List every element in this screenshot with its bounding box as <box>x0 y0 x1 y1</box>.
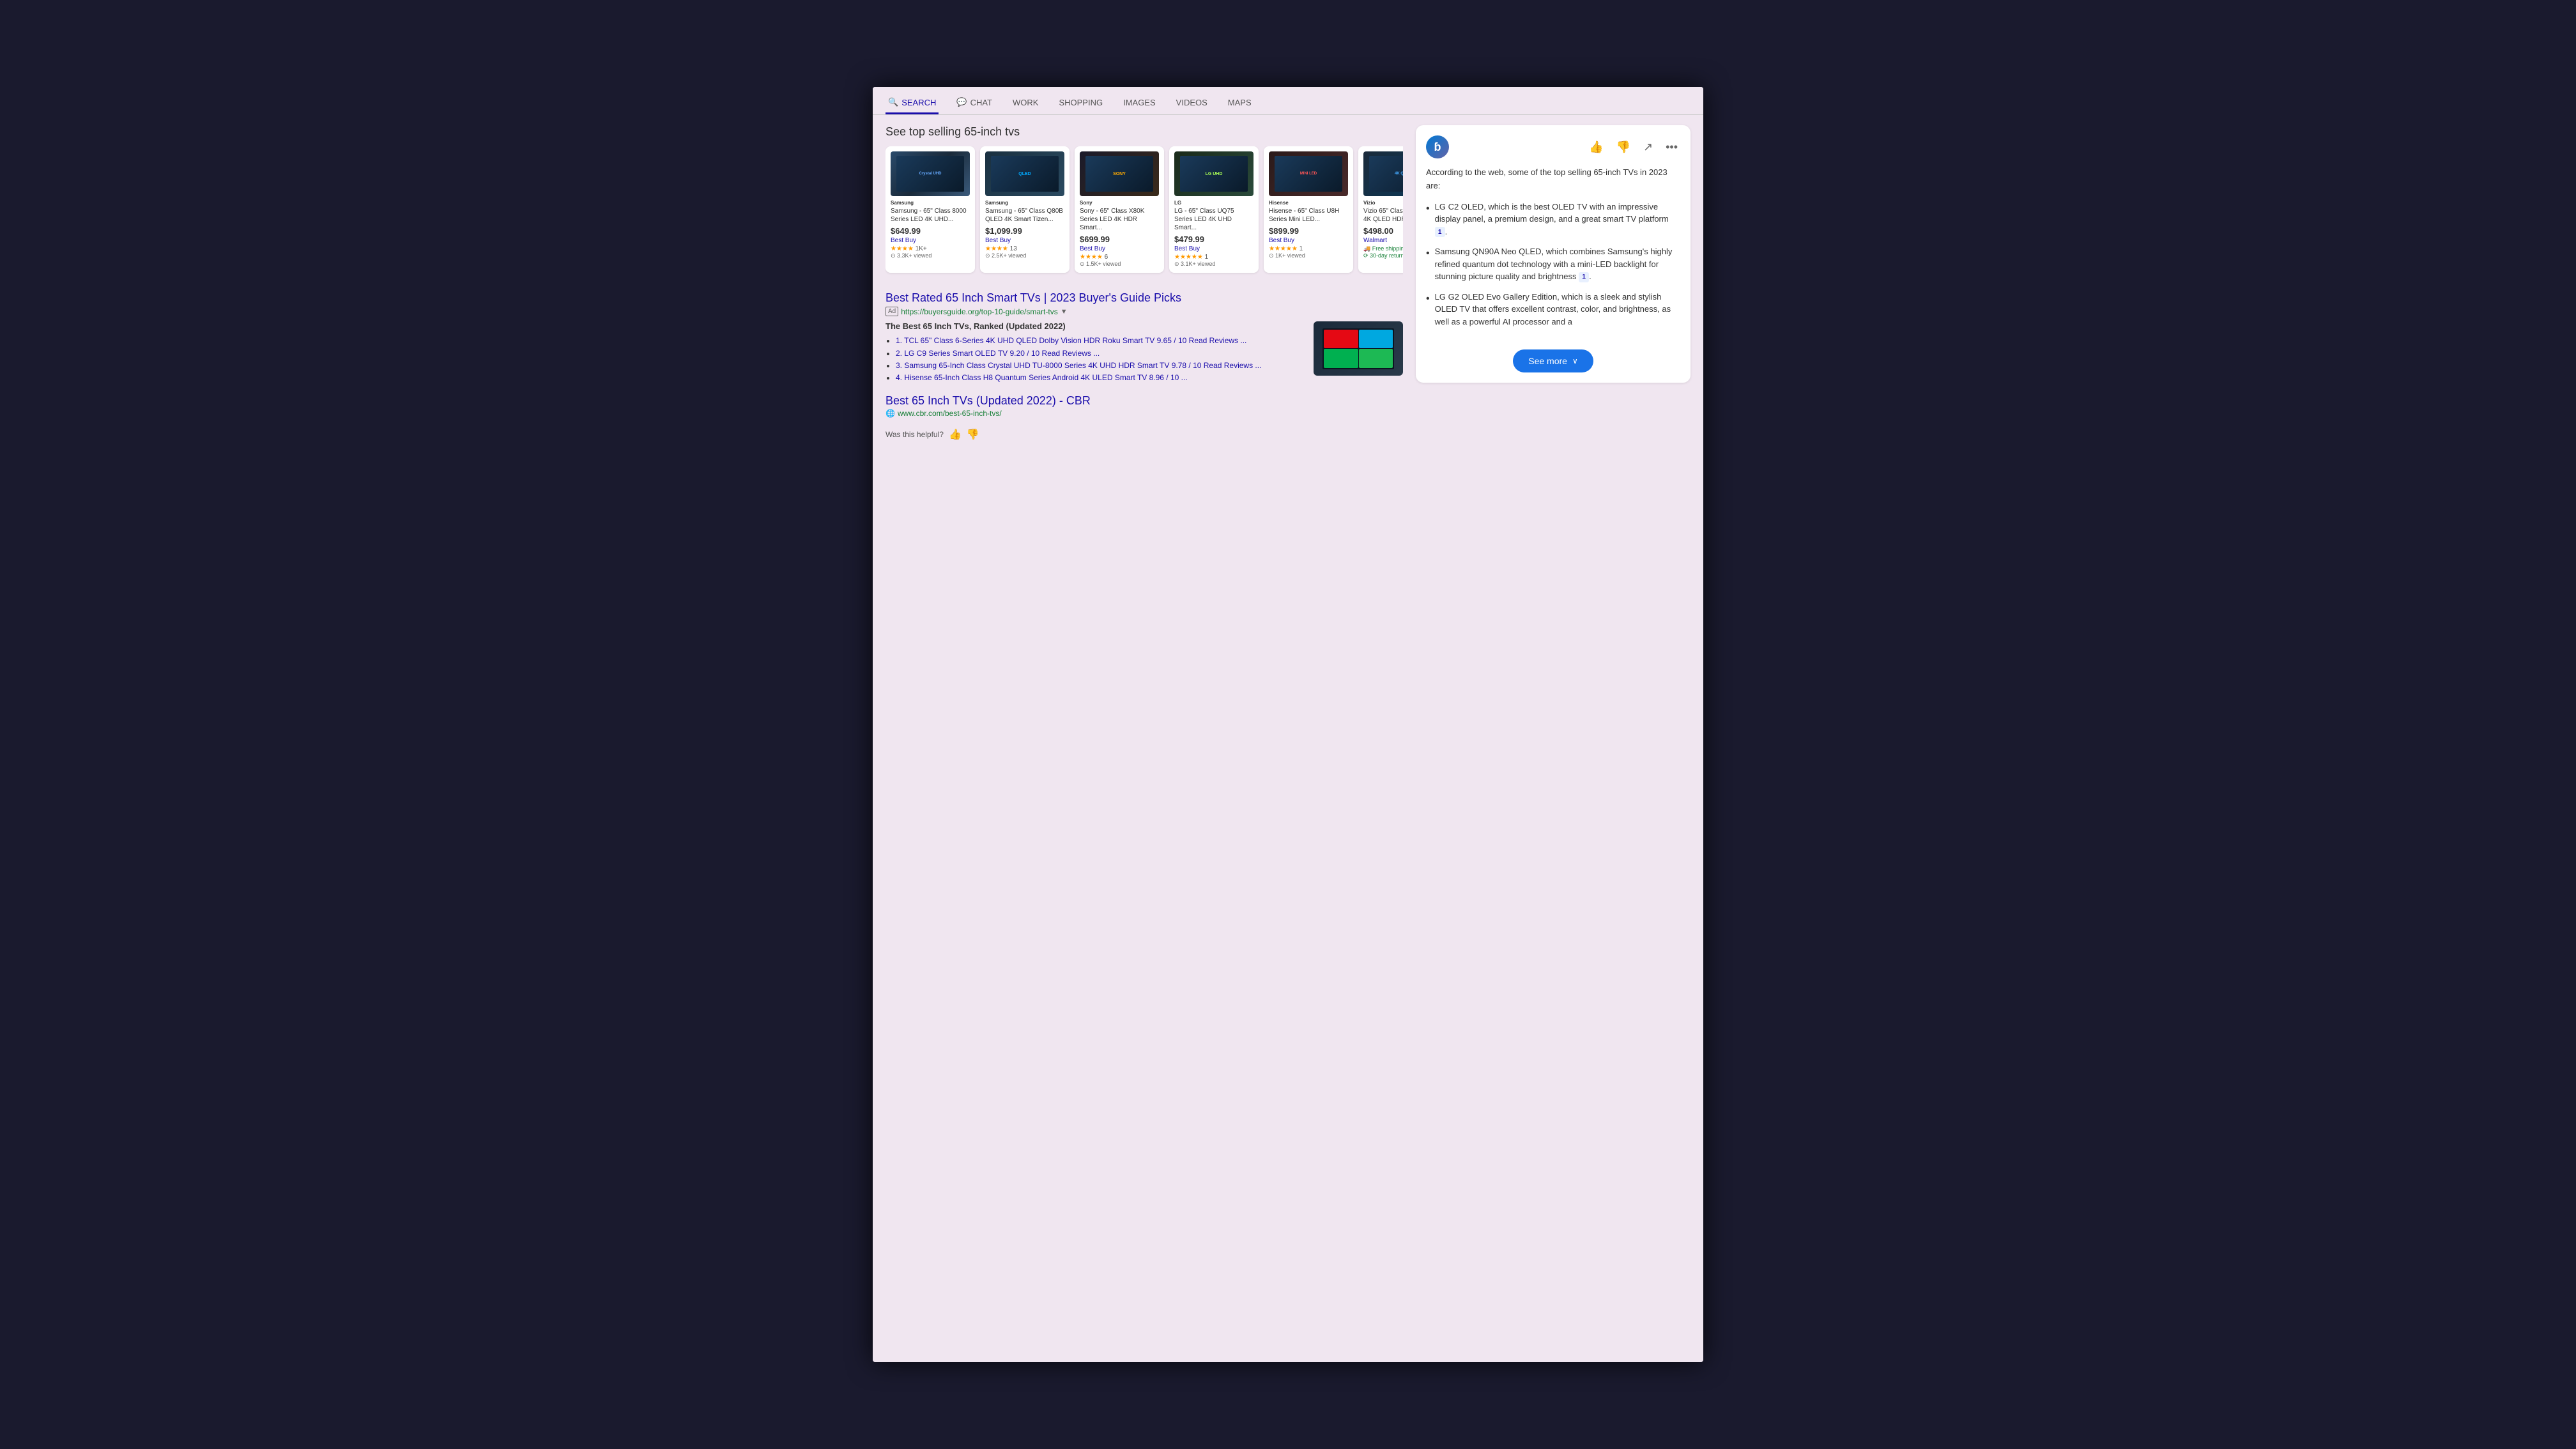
ai-reference-2: 1 <box>1579 272 1589 282</box>
tab-search-label: SEARCH <box>901 98 936 107</box>
tab-images-label: IMAGES <box>1123 98 1156 107</box>
product-card[interactable]: MINI LED Hisense Hisense - 65" Class U8H… <box>1264 146 1353 273</box>
ad-label: Ad <box>885 307 898 316</box>
tab-images[interactable]: IMAGES <box>1121 92 1158 114</box>
ai-header: ɓ 👍 👎 ↗ ••• <box>1426 135 1680 158</box>
ai-list: LG C2 OLED, which is the best OLED TV wi… <box>1426 201 1680 328</box>
nav-tabs: 🔍 SEARCH 💬 CHAT WORK SHOPPING IMAGES VID… <box>873 87 1703 115</box>
carousel-title: See top selling 65-inch tvs <box>885 125 1403 139</box>
result-image <box>1314 321 1403 376</box>
tab-videos[interactable]: VIDEOS <box>1174 92 1210 114</box>
app-tile-netflix <box>1324 330 1358 348</box>
tv-thumbnail: QLED <box>985 151 1064 196</box>
tab-shopping[interactable]: SHOPPING <box>1056 92 1105 114</box>
list-item: 3. Samsung 65-Inch Class Crystal UHD TU-… <box>896 360 1306 372</box>
tab-chat[interactable]: 💬 CHAT <box>954 92 995 114</box>
list-item: 4. Hisense 65-Inch Class H8 Quantum Seri… <box>896 372 1306 384</box>
search-nav-icon: 🔍 <box>888 97 898 107</box>
search-result-2: Best 65 Inch TVs (Updated 2022) - CBR 🌐 … <box>885 394 1403 418</box>
tv-thumbnail: 4K QLED <box>1363 151 1403 196</box>
ai-panel: ɓ 👍 👎 ↗ ••• According to the web, some o… <box>1416 125 1690 383</box>
see-more-label: See more <box>1528 356 1567 366</box>
tv-thumbnail: MINI LED <box>1269 151 1348 196</box>
app-tile-hulu <box>1359 330 1393 348</box>
more-ai-button[interactable]: ••• <box>1663 138 1680 157</box>
app-tile-app <box>1359 349 1393 367</box>
result-url-1: https://buyersguide.org/top-10-guide/sma… <box>901 307 1057 316</box>
fade-gradient <box>1426 323 1680 342</box>
main-content: See top selling 65-inch tvs Crystal UHD … <box>873 115 1703 451</box>
screen-container: 🔍 SEARCH 💬 CHAT WORK SHOPPING IMAGES VID… <box>873 87 1703 1362</box>
search-result-1: Best Rated 65 Inch Smart TVs | 2023 Buye… <box>885 291 1403 384</box>
tab-search[interactable]: 🔍 SEARCH <box>885 92 939 114</box>
helpful-label: Was this helpful? <box>885 430 944 439</box>
fade-overlay <box>1426 323 1680 342</box>
tv-thumbnail: LG UHD <box>1174 151 1254 196</box>
thumbdown-button[interactable]: 👎 <box>967 428 979 441</box>
tab-work-label: WORK <box>1013 98 1038 107</box>
product-card[interactable]: 4K QLED Vizio Vizio 65" Class M6 Series … <box>1358 146 1403 273</box>
ai-list-item-2: Samsung QN90A Neo QLED, which combines S… <box>1426 245 1680 283</box>
thumbup-button[interactable]: 👍 <box>949 428 962 441</box>
product-card[interactable]: SONY Sony Sony - 65" Class X80K Series L… <box>1075 146 1164 273</box>
favicon-icon: 🌐 <box>885 409 895 418</box>
tab-maps[interactable]: MAPS <box>1225 92 1254 114</box>
product-card[interactable]: LG UHD LG LG - 65" Class UQ75 Series LED… <box>1169 146 1259 273</box>
thumbup-ai-button[interactable]: 👍 <box>1586 138 1606 157</box>
result-title-1[interactable]: Best Rated 65 Inch Smart TVs | 2023 Buye… <box>885 291 1181 304</box>
see-more-button[interactable]: See more ∨ <box>1513 349 1593 372</box>
product-card[interactable]: Crystal UHD Samsung Samsung - 65" Class … <box>885 146 975 273</box>
list-item: 1. TCL 65" Class 6-Series 4K UHD QLED Do… <box>896 335 1306 347</box>
tab-videos-label: VIDEOS <box>1176 98 1208 107</box>
share-ai-button[interactable]: ↗ <box>1641 138 1655 157</box>
result-url-row-2: 🌐 www.cbr.com/best-65-inch-tvs/ <box>885 409 1403 418</box>
search-page: 🔍 SEARCH 💬 CHAT WORK SHOPPING IMAGES VID… <box>873 87 1703 1362</box>
ai-intro: According to the web, some of the top se… <box>1426 166 1680 193</box>
ai-text: According to the web, some of the top se… <box>1426 166 1680 372</box>
dropdown-icon[interactable]: ▼ <box>1061 308 1068 316</box>
product-carousel: See top selling 65-inch tvs Crystal UHD … <box>885 125 1403 278</box>
list-item-link[interactable]: 3. Samsung 65-Inch Class Crystal UHD TU-… <box>896 361 1261 370</box>
app-tile-spotify <box>1324 349 1358 367</box>
result-list: 1. TCL 65" Class 6-Series 4K UHD QLED Do… <box>885 335 1306 384</box>
right-panel: ɓ 👍 👎 ↗ ••• According to the web, some o… <box>1416 125 1690 441</box>
result-ad-url: Ad https://buyersguide.org/top-10-guide/… <box>885 307 1403 316</box>
see-more-container: See more ∨ <box>1426 349 1680 372</box>
ai-actions: 👍 👎 ↗ ••• <box>1586 138 1680 157</box>
tab-shopping-label: SHOPPING <box>1059 98 1103 107</box>
chat-nav-icon: 💬 <box>956 97 967 107</box>
list-item-link[interactable]: 2. LG C9 Series Smart OLED TV 9.20 / 10 … <box>896 349 1100 358</box>
list-item-link[interactable]: 4. Hisense 65-Inch Class H8 Quantum Seri… <box>896 373 1188 382</box>
ai-list-item-1: LG C2 OLED, which is the best OLED TV wi… <box>1426 201 1680 238</box>
tab-work[interactable]: WORK <box>1010 92 1041 114</box>
result-body-1: The Best 65 Inch TVs, Ranked (Updated 20… <box>885 321 1403 384</box>
tab-maps-label: MAPS <box>1228 98 1252 107</box>
result-url-2: www.cbr.com/best-65-inch-tvs/ <box>898 409 1002 418</box>
product-card[interactable]: QLED Samsung Samsung - 65" Class Q80B QL… <box>980 146 1070 273</box>
tv-thumbnail: SONY <box>1080 151 1159 196</box>
helpful-row: Was this helpful? 👍 👎 <box>885 428 1403 441</box>
list-item-link[interactable]: 1. TCL 65" Class 6-Series 4K UHD QLED Do… <box>896 336 1246 345</box>
product-scroll[interactable]: Crystal UHD Samsung Samsung - 65" Class … <box>885 146 1403 278</box>
result-title-2[interactable]: Best 65 Inch TVs (Updated 2022) - CBR <box>885 394 1091 407</box>
result-text-1: The Best 65 Inch TVs, Ranked (Updated 20… <box>885 321 1306 384</box>
chevron-down-icon: ∨ <box>1572 356 1578 365</box>
thumbdown-ai-button[interactable]: 👎 <box>1614 138 1633 157</box>
ai-reference-1: 1 <box>1435 227 1445 237</box>
left-panel: See top selling 65-inch tvs Crystal UHD … <box>885 125 1403 441</box>
tv-thumbnail: Crystal UHD <box>891 151 970 196</box>
bing-ai-icon: ɓ <box>1426 135 1449 158</box>
tab-chat-label: CHAT <box>970 98 992 107</box>
list-item: 2. LG C9 Series Smart OLED TV 9.20 / 10 … <box>896 348 1306 360</box>
result-subtitle: The Best 65 Inch TVs, Ranked (Updated 20… <box>885 321 1306 331</box>
